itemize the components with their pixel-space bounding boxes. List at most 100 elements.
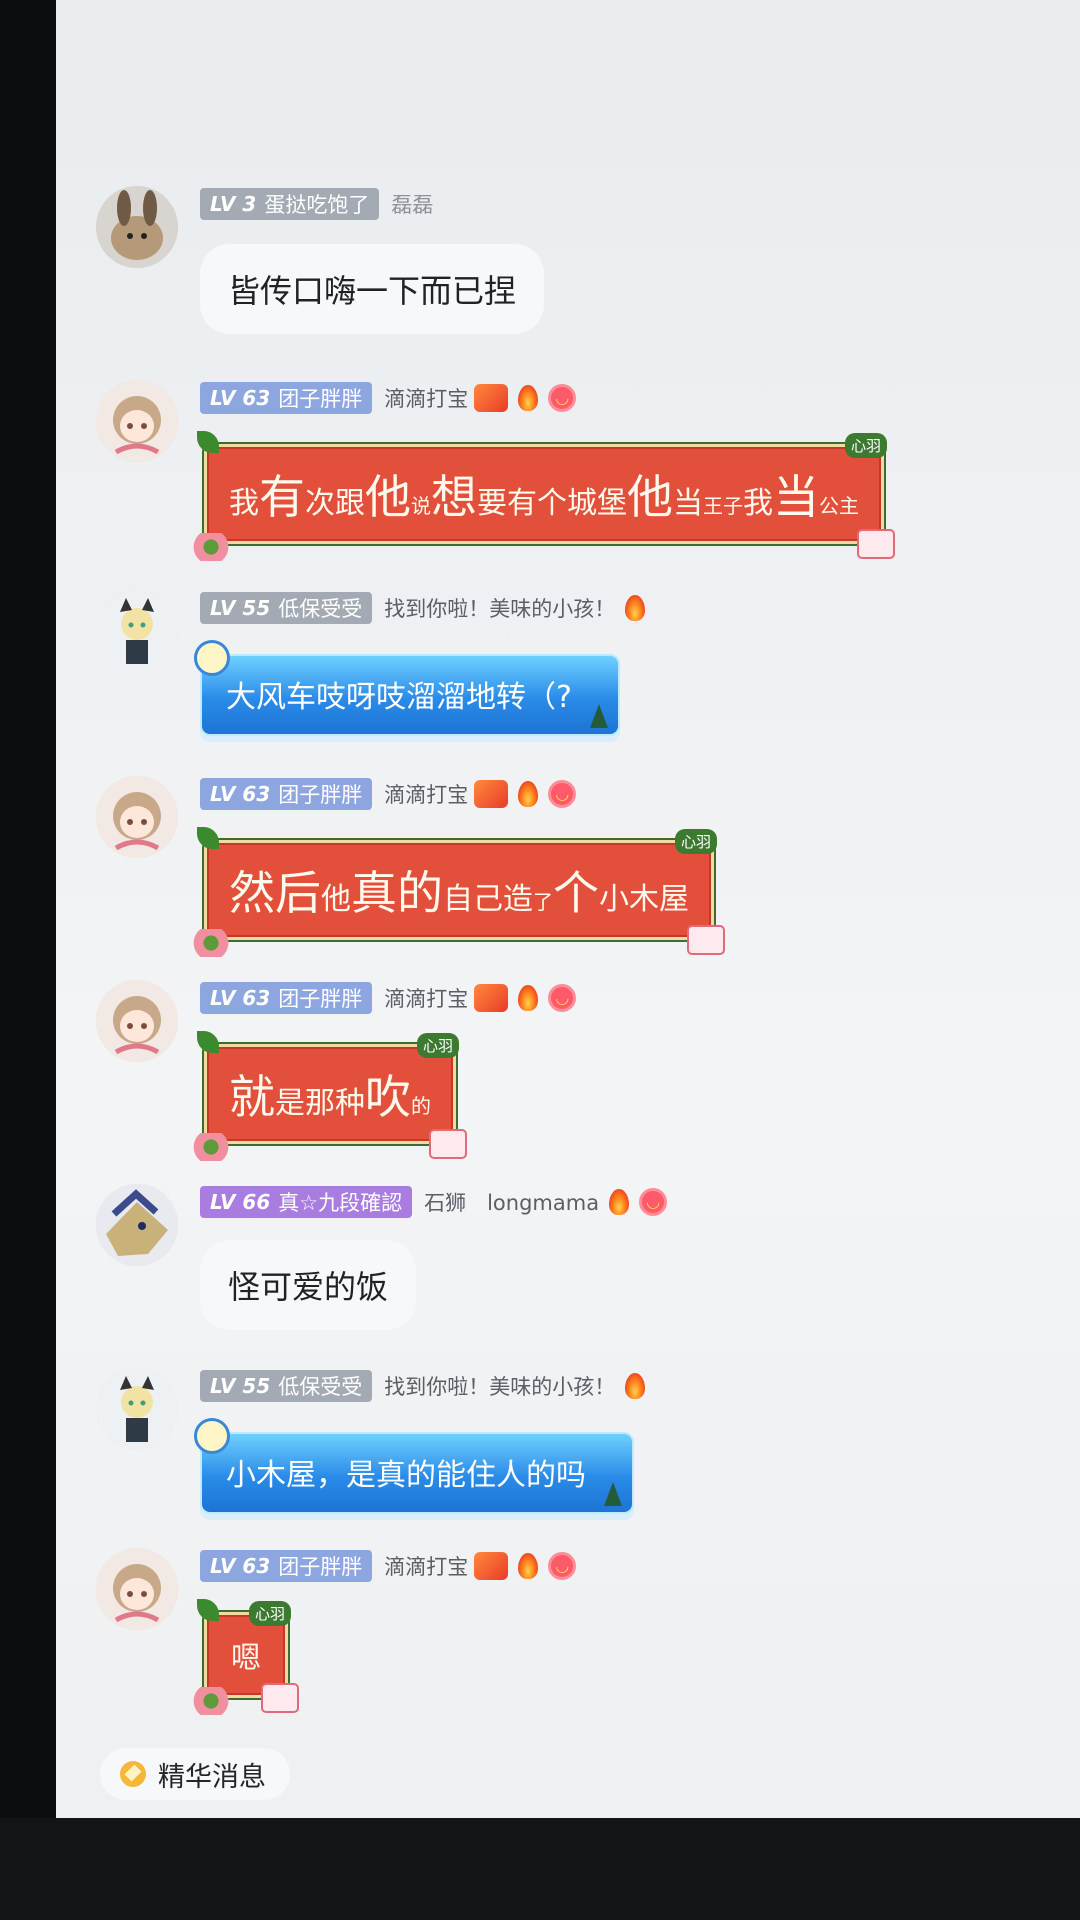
leaf-icon (197, 1599, 219, 1621)
message-text-segment: 想 (431, 470, 477, 524)
message-bubble[interactable]: 心羽 然后他真的 自己造了个小木屋 (191, 827, 725, 957)
level-badge: LV 55 低保受受 (200, 1370, 373, 1402)
fire-icon (514, 384, 542, 412)
level-badge: LV 63 团子胖胖 (200, 1550, 373, 1582)
message-bubble[interactable]: 大风车吱呀吱溜溜地转（? (194, 640, 620, 736)
message-bubble[interactable]: 皆传口嗨一下而已捏 (200, 244, 545, 334)
message-text-segment: 他 (365, 470, 411, 524)
essence-messages-button[interactable]: 精华消息 (100, 1748, 290, 1800)
chat-screen: LV 3 蛋挞吃饱了 磊磊 皆传口嗨一下而已捏 LV 63 团子胖胖 滴滴打宝 ◡ … (56, 0, 1080, 1818)
message-text-segment: 就 (229, 1070, 275, 1124)
tree-icon (604, 1482, 622, 1506)
message-meta: LV 55 低保受受 找到你啦！美味的小孩！ (200, 590, 649, 626)
bottom-bezel (0, 1818, 1080, 1920)
message-meta: LV 63 团子胖胖 滴滴打宝 ◡ (200, 776, 577, 812)
message-text-segment: 要有个城堡 (477, 486, 627, 521)
message-bubble[interactable]: 心羽 我有次跟他说想要有个城堡他当王子我当公主 (191, 431, 895, 561)
clock-icon (194, 1418, 230, 1454)
message-bubble[interactable]: 小木屋，是真的能住人的吗 (194, 1418, 634, 1514)
fire-icon (514, 780, 542, 808)
gift-icon (857, 529, 895, 559)
smile-flower-icon: ◡ (639, 1188, 668, 1216)
message-bubble[interactable]: 心羽 嗯 (191, 1599, 299, 1715)
wing-badge-icon (474, 780, 509, 808)
nickname[interactable]: 磊磊 (391, 189, 433, 219)
message-text-segment: 次跟 (305, 486, 365, 521)
level-badge: LV 55 低保受受 (200, 592, 373, 624)
message-bubble[interactable]: 心羽 就是那种吹的 (191, 1031, 467, 1161)
message-text-segment: 有 (259, 470, 305, 524)
message-text-segment: 当 (673, 486, 703, 521)
level-badge: LV 3 蛋挞吃饱了 (200, 188, 380, 220)
essence-label: 精华消息 (158, 1761, 266, 1793)
fire-icon (621, 1372, 649, 1400)
level-badge: LV 63 团子胖胖 (200, 382, 373, 414)
bubble-tag: 心羽 (416, 1033, 459, 1058)
message-text-segment: 他 (627, 470, 673, 524)
diamond-icon (120, 1761, 146, 1787)
message-text-segment: 说 (411, 494, 431, 518)
avatar[interactable] (96, 980, 178, 1062)
leaf-icon (197, 431, 219, 453)
message-meta: LV 55 低保受受 找到你啦！美味的小孩！ (200, 1368, 649, 1404)
avatar[interactable] (96, 776, 178, 858)
level-badge: LV 63 团子胖胖 (200, 982, 373, 1014)
flower-icon (191, 1133, 231, 1161)
avatar[interactable] (96, 186, 178, 268)
gift-icon (687, 925, 725, 955)
fire-icon (514, 984, 542, 1012)
message-text-segment: 我 (229, 486, 259, 521)
message-text-segment: 王子 (703, 494, 743, 518)
message-text: 小木屋，是真的能住人的吗 (226, 1458, 586, 1493)
message-text-segment: 自己造 (443, 882, 533, 917)
message-text-segment: 我 (743, 486, 773, 521)
bubble-tag: 心羽 (844, 433, 887, 458)
avatar[interactable] (96, 1368, 178, 1450)
nickname[interactable]: 石狮 longmama (424, 1187, 599, 1217)
nickname[interactable]: 找到你啦！美味的小孩！ (384, 593, 615, 623)
message-meta: LV 63 团子胖胖 滴滴打宝 ◡ (200, 1548, 577, 1584)
nickname[interactable]: 滴滴打宝 (384, 779, 468, 809)
level-badge: LV 66 真☆九段確認 (200, 1186, 413, 1218)
message-text-segment: 嗯 (231, 1641, 261, 1676)
bubble-tag: 心羽 (248, 1601, 291, 1626)
avatar[interactable] (96, 1184, 178, 1266)
message-text-segment: 真的 (351, 866, 443, 920)
leaf-icon (197, 827, 219, 849)
avatar[interactable] (96, 590, 178, 672)
message-text-segment: 他 (321, 882, 351, 917)
message-text-segment: 小木屋 (599, 882, 689, 917)
fire-icon (621, 594, 649, 622)
flower-icon (191, 1687, 231, 1715)
leaf-icon (197, 1031, 219, 1053)
message-text-segment: 了 (533, 890, 553, 914)
smile-flower-icon: ◡ (548, 1552, 577, 1580)
message-text: 大风车吱呀吱溜溜地转（? (226, 680, 572, 715)
fire-icon (514, 1552, 542, 1580)
wing-badge-icon (474, 384, 509, 412)
message-meta: LV 3 蛋挞吃饱了 磊磊 (200, 186, 433, 222)
message-text-segment: 个 (553, 866, 599, 920)
gift-icon (429, 1129, 467, 1159)
message-text-segment: 的 (411, 1094, 431, 1118)
message-meta: LV 66 真☆九段確認 石狮 longmama ◡ (200, 1184, 668, 1220)
message-text-segment: 是那种 (275, 1086, 365, 1121)
gift-icon (261, 1683, 299, 1713)
message-bubble[interactable]: 怪可爱的饭 (200, 1240, 417, 1330)
avatar[interactable] (96, 1548, 178, 1630)
level-badge: LV 63 团子胖胖 (200, 778, 373, 810)
nickname[interactable]: 滴滴打宝 (384, 1551, 468, 1581)
smile-flower-icon: ◡ (548, 780, 577, 808)
clock-icon (194, 640, 230, 676)
smile-flower-icon: ◡ (548, 984, 577, 1012)
bubble-tag: 心羽 (674, 829, 717, 854)
wing-badge-icon (474, 984, 509, 1012)
smile-flower-icon: ◡ (548, 384, 577, 412)
avatar[interactable] (96, 380, 178, 462)
nickname[interactable]: 滴滴打宝 (384, 983, 468, 1013)
nickname[interactable]: 找到你啦！美味的小孩！ (384, 1371, 615, 1401)
tree-icon (589, 704, 608, 728)
message-meta: LV 63 团子胖胖 滴滴打宝 ◡ (200, 980, 577, 1016)
message-text-segment: 吹 (365, 1070, 411, 1124)
nickname[interactable]: 滴滴打宝 (384, 383, 468, 413)
